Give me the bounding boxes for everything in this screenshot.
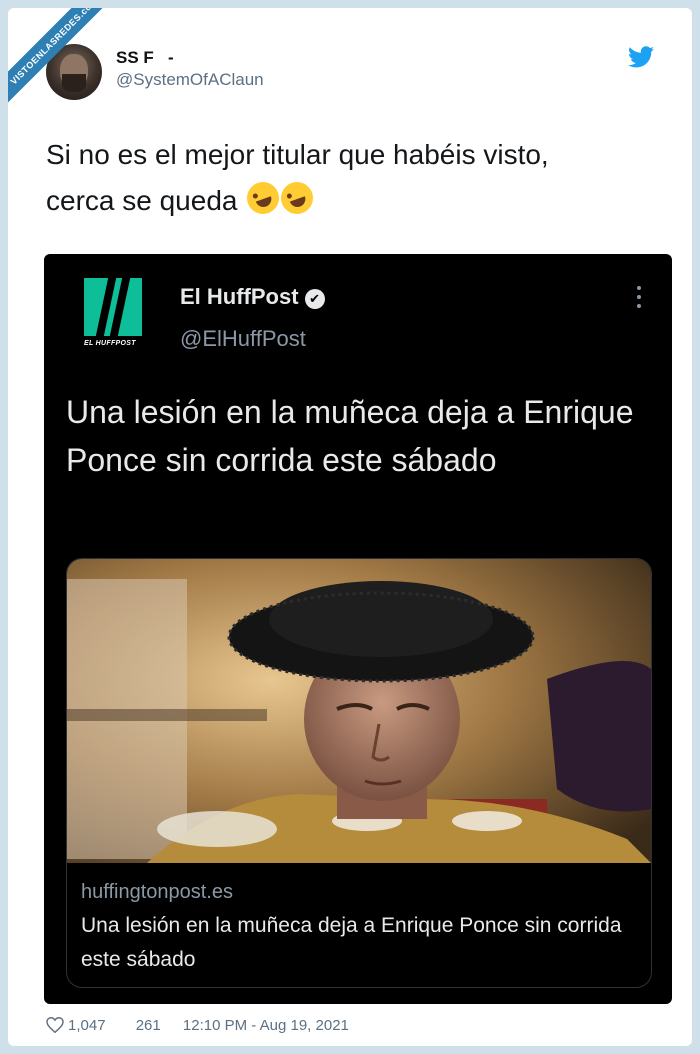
tweet-text: Si no es el mejor titular que habéis vis… [46,132,666,224]
huffpost-logo: EL HUFFPOST [84,278,142,350]
display-name[interactable]: SS F - [116,48,174,68]
reply-count[interactable]: 261 [136,1017,161,1034]
card-title: Una lesión en la muñeca deja a Enrique P… [81,914,622,971]
watermark-corner: VISTOENLASREDES.com [8,8,118,118]
heart-icon[interactable] [46,1017,64,1034]
embed-author-handle[interactable]: @ElHuffPost [180,326,306,352]
more-icon[interactable] [636,286,642,310]
embedded-tweet[interactable]: EL HUFFPOST El HuffPost ✔ @ElHuffPost Una… [44,254,672,1004]
embed-author-name-text: El HuffPost [180,284,299,309]
emoji-rofl-icon [276,177,318,219]
tweet-footer: 1,047 261 12:10 PM - Aug 19, 2021 [46,1016,349,1034]
logo-caption: EL HUFFPOST [84,340,136,347]
tweet-card: VISTOENLASREDES.com SS F - @SystemOfACla… [8,8,692,1046]
watermark: VISTOENLASREDES.com [8,8,118,106]
user-handle[interactable]: @SystemOfAClaun [116,70,264,90]
link-card[interactable]: huffingtonpost.es Una lesión en la muñec… [66,558,652,988]
timestamp[interactable]: 12:10 PM - Aug 19, 2021 [183,1017,349,1034]
embed-headline: Una lesión en la muñeca deja a Enrique P… [66,394,634,478]
embed-author-name[interactable]: El HuffPost ✔ [180,284,325,310]
verified-icon: ✔ [304,289,325,309]
article-image [67,559,651,863]
like-button[interactable]: 1,047 [46,1016,106,1034]
card-domain: huffingtonpost.es [81,881,233,903]
like-count: 1,047 [68,1016,106,1034]
twitter-bird-icon[interactable] [628,46,654,68]
emoji-rofl-icon [242,177,284,219]
